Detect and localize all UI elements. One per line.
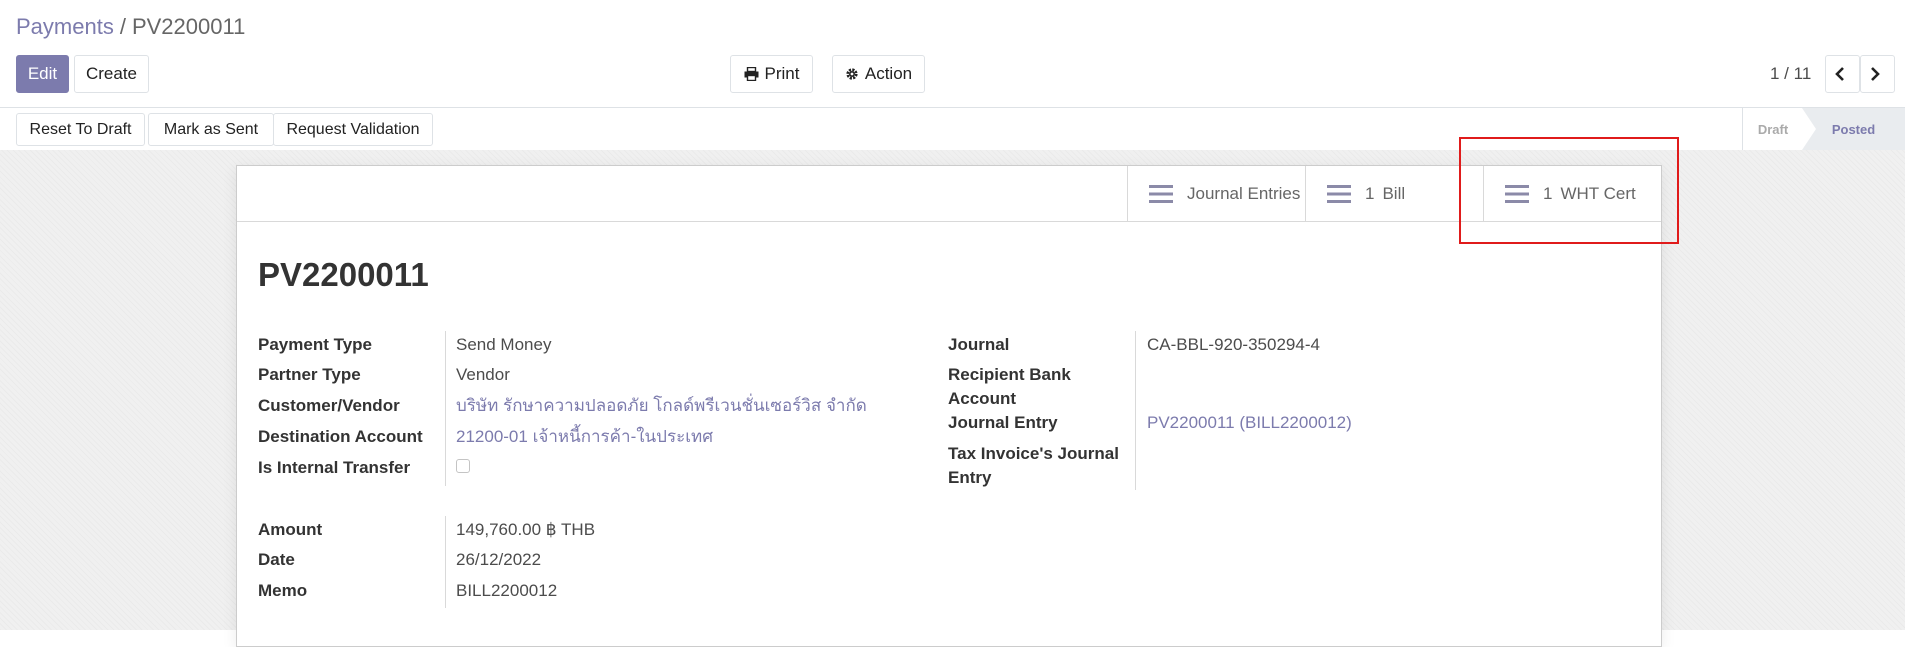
tax-invoice-label-line2: Entry bbox=[948, 468, 992, 487]
journal-value: CA-BBL-920-350294-4 bbox=[1147, 335, 1320, 354]
mark-as-sent-button[interactable]: Mark as Sent bbox=[148, 113, 274, 146]
highlight-annotation-box bbox=[1459, 137, 1679, 244]
payment-type-value: Send Money bbox=[456, 335, 552, 354]
partner-type-value: Vendor bbox=[456, 365, 510, 384]
list-icon bbox=[1327, 184, 1351, 203]
customer-vendor-link[interactable]: บริษัท รักษาความปลอดภัย โกลด์พรีเวนชั่นเ… bbox=[456, 394, 867, 418]
reset-to-draft-button[interactable]: Reset To Draft bbox=[16, 113, 145, 146]
stage-arrow bbox=[1802, 108, 1816, 150]
journal-entry-link[interactable]: PV2200011 (BILL2200012) bbox=[1147, 411, 1352, 435]
journal-entries-smart-button[interactable]: Journal Entries bbox=[1127, 166, 1305, 221]
recipient-bank-label: Recipient Bank Account bbox=[948, 363, 1071, 411]
breadcrumb-separator: / bbox=[119, 14, 126, 39]
request-validation-button[interactable]: Request Validation bbox=[273, 113, 433, 146]
stage-posted[interactable]: Posted bbox=[1802, 108, 1905, 150]
pager-next-button[interactable] bbox=[1860, 55, 1895, 93]
pager-value[interactable]: 1 / 11 bbox=[1770, 64, 1811, 84]
edit-button[interactable]: Edit bbox=[16, 55, 69, 93]
print-icon bbox=[744, 67, 759, 81]
journal-entry-label: Journal Entry bbox=[948, 413, 1058, 432]
field-divider bbox=[445, 331, 446, 486]
bill-smart-button[interactable]: 1 Bill bbox=[1305, 166, 1483, 221]
chevron-right-icon bbox=[1870, 67, 1880, 81]
date-value: 26/12/2022 bbox=[456, 550, 542, 569]
smart-button-box: Journal Entries 1 Bill 1 WHT Cert bbox=[237, 166, 1661, 222]
record-title: PV2200011 bbox=[258, 256, 429, 293]
pager-previous-button[interactable] bbox=[1825, 55, 1860, 93]
journal-label: Journal bbox=[948, 335, 1010, 354]
customer-vendor-label: Customer/Vendor bbox=[258, 396, 400, 415]
destination-account-label: Destination Account bbox=[258, 427, 423, 446]
internal-transfer-checkbox[interactable] bbox=[456, 459, 470, 473]
memo-label: Memo bbox=[258, 581, 308, 600]
field-divider bbox=[1135, 331, 1136, 490]
breadcrumb-current: PV2200011 bbox=[131, 14, 246, 39]
tax-invoice-label-line1: Tax Invoice's Journal bbox=[948, 444, 1119, 463]
chevron-left-icon bbox=[1834, 67, 1844, 81]
control-panel: Payments / PV2200011 Edit Create Print Act… bbox=[0, 0, 1905, 107]
action-label: Action bbox=[864, 64, 913, 83]
recipient-bank-label-line1: Recipient Bank bbox=[948, 365, 1071, 384]
action-button[interactable]: Action bbox=[832, 55, 925, 93]
list-icon bbox=[1149, 184, 1173, 203]
recipient-bank-label-line2: Account bbox=[948, 389, 1016, 408]
stage-draft[interactable]: Draft bbox=[1742, 108, 1803, 150]
bill-count: 1 bbox=[1365, 183, 1375, 203]
form-sheet: Journal Entries 1 Bill 1 WHT Cert PV2200… bbox=[236, 165, 1662, 647]
journal-entries-label: Journal Entries bbox=[1187, 183, 1301, 203]
breadcrumb-payments-link[interactable]: Payments bbox=[16, 14, 114, 39]
date-label: Date bbox=[258, 550, 295, 569]
breadcrumb: Payments / PV2200011 bbox=[16, 14, 245, 40]
destination-account-link[interactable]: 21200-01 เจ้าหนี้การค้า-ในประเทศ bbox=[456, 425, 713, 449]
partner-type-label: Partner Type bbox=[258, 365, 361, 384]
tax-invoice-label: Tax Invoice's Journal Entry bbox=[948, 442, 1119, 490]
amount-value: 149,760.00 ฿ THB bbox=[456, 520, 596, 539]
memo-value: BILL2200012 bbox=[456, 581, 558, 600]
internal-transfer-label: Is Internal Transfer bbox=[258, 458, 411, 477]
field-divider bbox=[445, 516, 446, 608]
amount-label: Amount bbox=[258, 520, 323, 539]
payment-type-label: Payment Type bbox=[258, 335, 373, 354]
bill-label: Bill bbox=[1382, 183, 1406, 203]
print-button[interactable]: Print bbox=[730, 55, 813, 93]
gear-icon bbox=[846, 68, 858, 80]
print-label: Print bbox=[764, 64, 800, 83]
create-button[interactable]: Create bbox=[74, 55, 149, 93]
